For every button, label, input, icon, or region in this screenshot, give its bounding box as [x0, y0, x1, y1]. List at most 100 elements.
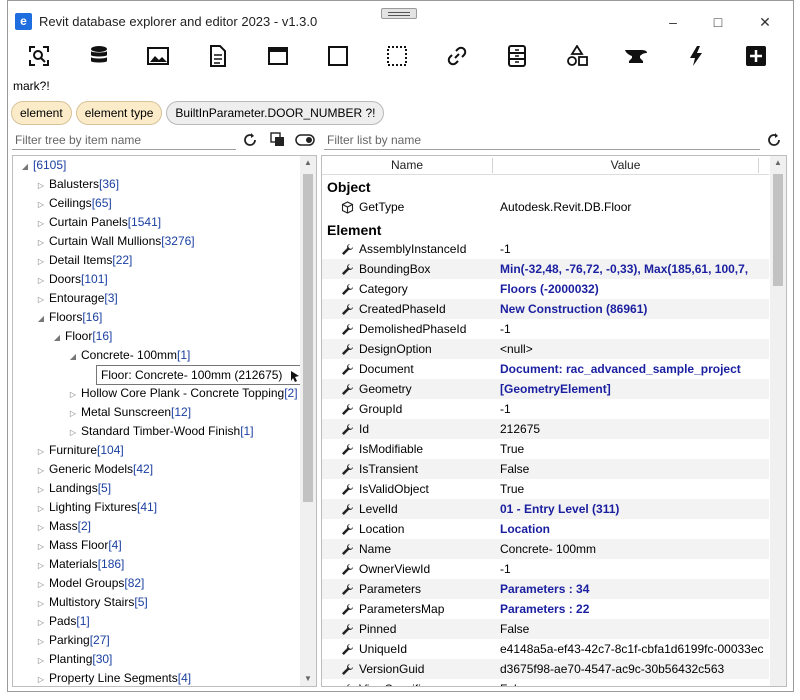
- caret-collapsed-icon[interactable]: ▷: [33, 176, 49, 195]
- caret-expanded-icon[interactable]: ◢: [17, 157, 33, 176]
- tree-item[interactable]: ▷ Mass Floor[4]: [33, 536, 122, 555]
- refresh-tree-icon[interactable]: [241, 131, 259, 149]
- tree-item[interactable]: ▷ Lighting Fixtures[41]: [33, 498, 157, 517]
- property-row[interactable]: Document Document: rac_advanced_sample_pr…: [322, 359, 769, 379]
- add-icon[interactable]: [744, 44, 768, 68]
- property-row[interactable]: IsValidObject True: [322, 479, 769, 499]
- property-row[interactable]: IsTransient False: [322, 459, 769, 479]
- property-row[interactable]: BoundingBox Min(-32,48, -76,72, -0,33), M…: [322, 259, 769, 279]
- property-row[interactable]: Name Concrete- 100mm: [322, 539, 769, 559]
- property-row[interactable]: ViewSpecific False: [322, 679, 769, 686]
- shapes-icon[interactable]: [565, 44, 589, 68]
- caret-collapsed-icon[interactable]: ▷: [33, 518, 49, 537]
- properties-scrollbar[interactable]: ▲: [770, 156, 786, 686]
- caret-collapsed-icon[interactable]: ▷: [65, 404, 81, 423]
- caret-collapsed-icon[interactable]: ▷: [33, 290, 49, 309]
- image-icon[interactable]: [146, 44, 170, 68]
- schema-icon[interactable]: [505, 44, 529, 68]
- property-value[interactable]: Parameters : 22: [500, 599, 765, 619]
- minimize-icon[interactable]: –: [663, 13, 683, 31]
- query-text[interactable]: mark?!: [13, 79, 50, 93]
- property-row[interactable]: VersionGuid d3675f98-ae70-4547-ac9c-30b56…: [322, 659, 769, 679]
- tree-scrollbar[interactable]: ▲ ▼: [300, 156, 316, 686]
- tree-item[interactable]: ▷ Doors[101]: [33, 270, 108, 289]
- property-row[interactable]: CreatedPhaseId New Construction (86961): [322, 299, 769, 319]
- property-row[interactable]: Parameters Parameters : 34: [322, 579, 769, 599]
- property-value[interactable]: Location: [500, 519, 765, 539]
- caret-collapsed-icon[interactable]: ▷: [33, 537, 49, 556]
- caret-collapsed-icon[interactable]: ▷: [33, 575, 49, 594]
- tree-item[interactable]: ▷ Detail Items[22]: [33, 251, 132, 270]
- tree-item[interactable]: ▷ Multistory Stairs[5]: [33, 593, 148, 612]
- property-row[interactable]: IsModifiable True: [322, 439, 769, 459]
- property-value[interactable]: Min(-32,48, -76,72, -0,33), Max(185,61, …: [500, 259, 765, 279]
- caret-collapsed-icon[interactable]: ▷: [33, 670, 49, 686]
- property-value[interactable]: New Construction (86961): [500, 299, 765, 319]
- tree-item[interactable]: ◢ Floor[16]: [49, 327, 112, 346]
- tree-item[interactable]: ▷ Pads[1]: [33, 612, 90, 631]
- tree-scroll-thumb[interactable]: [303, 174, 313, 502]
- property-value[interactable]: Document: rac_advanced_sample_project: [500, 359, 765, 379]
- caret-collapsed-icon[interactable]: ▷: [33, 594, 49, 613]
- property-value[interactable]: Floors (-2000032): [500, 279, 765, 299]
- property-row[interactable]: UniqueId e4148a5a-ef43-42c7-8c1f-cbfa1d61…: [322, 639, 769, 659]
- property-row[interactable]: Location Location: [322, 519, 769, 539]
- caret-collapsed-icon[interactable]: ▷: [33, 252, 49, 271]
- tree-item[interactable]: ▷ Balusters[36]: [33, 175, 119, 194]
- tree-item[interactable]: ◢ Floors[16]: [33, 308, 102, 327]
- caret-collapsed-icon[interactable]: ▷: [33, 195, 49, 214]
- toggle-icon[interactable]: [295, 131, 315, 149]
- scroll-up-icon[interactable]: ▲: [300, 156, 316, 170]
- tree-item[interactable]: ▷ Hollow Core Plank - Concrete Topping[2]: [65, 384, 298, 403]
- caret-expanded-icon[interactable]: ◢: [65, 347, 81, 366]
- property-row[interactable]: GetType Autodesk.Revit.DB.Floor: [322, 197, 769, 217]
- caret-collapsed-icon[interactable]: ▷: [33, 271, 49, 290]
- property-row[interactable]: DemolishedPhaseId -1: [322, 319, 769, 339]
- caret-collapsed-icon[interactable]: ▷: [33, 613, 49, 632]
- maximize-icon[interactable]: □: [708, 13, 728, 31]
- property-value[interactable]: Parameters : 34: [500, 579, 765, 599]
- chip-builtin-parameter[interactable]: BuiltInParameter.DOOR_NUMBER ?!: [166, 101, 385, 125]
- property-row[interactable]: Id 212675: [322, 419, 769, 439]
- refresh-list-icon[interactable]: [765, 131, 783, 149]
- property-row[interactable]: Category Floors (-2000032): [322, 279, 769, 299]
- caret-collapsed-icon[interactable]: ▷: [33, 480, 49, 499]
- property-row[interactable]: Geometry [GeometryElement]: [322, 379, 769, 399]
- tree-item[interactable]: ▷ Metal Sunscreen[12]: [65, 403, 191, 422]
- link-icon[interactable]: [445, 44, 469, 68]
- window-icon[interactable]: [266, 44, 290, 68]
- property-value[interactable]: [GeometryElement]: [500, 379, 765, 399]
- chip-element[interactable]: element: [11, 101, 72, 125]
- caret-collapsed-icon[interactable]: ▷: [65, 385, 81, 404]
- property-row[interactable]: Pinned False: [322, 619, 769, 639]
- database-icon[interactable]: [87, 44, 111, 68]
- property-row[interactable]: AssemblyInstanceId -1: [322, 239, 769, 259]
- snoop-selection-icon[interactable]: [27, 44, 51, 68]
- tree-item[interactable]: ▷ Model Groups[82]: [33, 574, 144, 593]
- close-icon[interactable]: ✕: [755, 13, 775, 31]
- tree-item[interactable]: ▷ Curtain Panels[1541]: [33, 213, 161, 232]
- copy-icon[interactable]: [269, 131, 287, 149]
- tree-item[interactable]: ◢ Concrete- 100mm[1]: [65, 346, 190, 365]
- property-row[interactable]: GroupId -1: [322, 399, 769, 419]
- tree-item[interactable]: ▷ Ceilings[65]: [33, 194, 112, 213]
- tree-item[interactable]: ▷ Property Line Segments[4]: [33, 669, 191, 686]
- tree-item[interactable]: ▷ Entourage[3]: [33, 289, 118, 308]
- caret-collapsed-icon[interactable]: ▷: [33, 651, 49, 670]
- tree-filter-input[interactable]: Filter tree by item name: [12, 132, 236, 150]
- anvil-icon[interactable]: [624, 44, 648, 68]
- caret-expanded-icon[interactable]: ◢: [33, 309, 49, 328]
- tree-item[interactable]: ▷ Generic Models[42]: [33, 460, 153, 479]
- scroll-up-icon[interactable]: ▲: [770, 156, 786, 170]
- list-filter-input[interactable]: Filter list by name: [324, 132, 760, 150]
- column-name[interactable]: Name: [322, 156, 492, 175]
- drag-handle-icon[interactable]: [381, 8, 417, 19]
- document-icon[interactable]: [206, 44, 230, 68]
- caret-expanded-icon[interactable]: ◢: [49, 328, 65, 347]
- caret-collapsed-icon[interactable]: ▷: [33, 233, 49, 252]
- caret-collapsed-icon[interactable]: ▷: [65, 423, 81, 442]
- property-value[interactable]: 01 - Entry Level (311): [500, 499, 765, 519]
- square-icon[interactable]: [326, 44, 350, 68]
- dashed-square-icon[interactable]: [385, 44, 409, 68]
- caret-collapsed-icon[interactable]: ▷: [33, 214, 49, 233]
